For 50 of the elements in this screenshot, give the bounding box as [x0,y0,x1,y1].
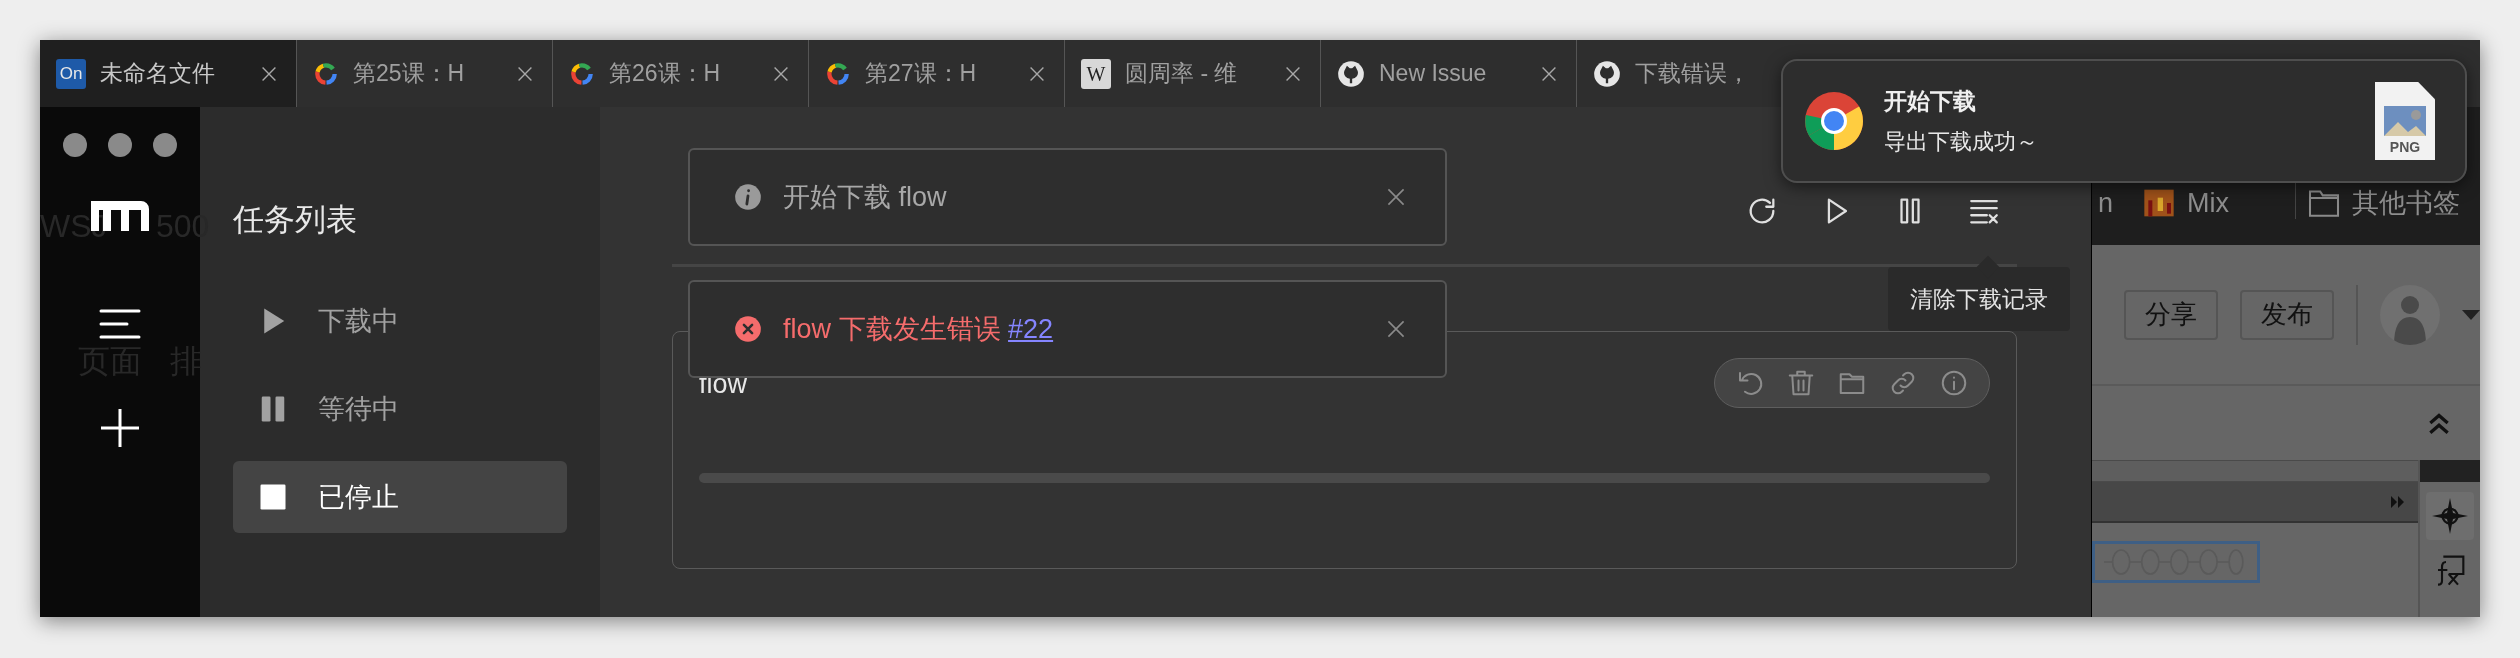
image-icon [2384,106,2426,136]
system-notification[interactable]: 开始下载 导出下载成功～ PNG [1781,59,2467,183]
tab-title: 未命名文件 [100,59,216,89]
trash-icon[interactable] [1786,368,1816,398]
info-icon [734,183,762,211]
stop-icon [258,482,288,512]
tab-title: 下载错误， [1635,59,1751,89]
file-type-label: PNG [2389,140,2421,154]
toast-text: 开始下载 flow [783,180,948,214]
bookmark-icon [2143,187,2176,219]
page-button[interactable]: 发布 [2240,289,2334,340]
ring-logo-icon [1804,91,1864,151]
window-control[interactable] [108,133,132,157]
tab-title: 第26课：H [609,59,722,89]
info-icon[interactable] [1939,368,1969,398]
notification-title: 开始下载 [1884,87,1977,117]
folder-icon [2308,189,2341,217]
item-label: 下载中 [318,304,399,338]
cat-logo-icon [1337,59,1365,88]
item-label: 已停止 [318,480,399,514]
task-filter-item[interactable]: 已停止 [233,461,567,533]
browser-tab[interactable]: On 未命名文件 [40,40,296,107]
ring-logo-icon [825,60,851,87]
panel-title: 任务列表 [233,201,358,239]
cat-logo-icon [1593,59,1621,88]
task-filter-item[interactable]: 下载中 [233,285,567,357]
window-control[interactable] [63,133,87,157]
tab-title: 第25课：H [353,59,466,89]
bookmark-label[interactable]: n [2098,187,2114,219]
bookmark-label[interactable]: 其他书签 [2352,187,2461,219]
tab-favicon: On [56,58,86,89]
crosshair-icon[interactable] [2426,492,2474,540]
error-icon [734,315,762,343]
menu-icon[interactable] [99,309,141,339]
page-button[interactable]: 分享 [2124,289,2218,340]
tab-favicon: W [1081,58,1111,89]
item-label: 等待中 [318,392,399,426]
window-control[interactable] [153,133,177,157]
task-filter-item[interactable]: 等待中 [233,373,567,445]
tab-title: 第27课：H [865,59,978,89]
ring-logo-icon [569,60,595,87]
panel-header-bar [2420,460,2480,482]
ring-logo-icon [313,60,339,87]
notification-body: 导出下载成功～ [1884,127,2039,156]
tab-title: 圆周率 - 维 [1125,59,1239,89]
tooltip-text: 清除下载记录 [1910,284,2048,314]
tab-title: New Issue [1379,59,1488,89]
bookmark-label[interactable]: Mix [2187,187,2230,219]
caret-down-icon[interactable] [2462,309,2480,320]
add-icon[interactable] [101,409,139,447]
